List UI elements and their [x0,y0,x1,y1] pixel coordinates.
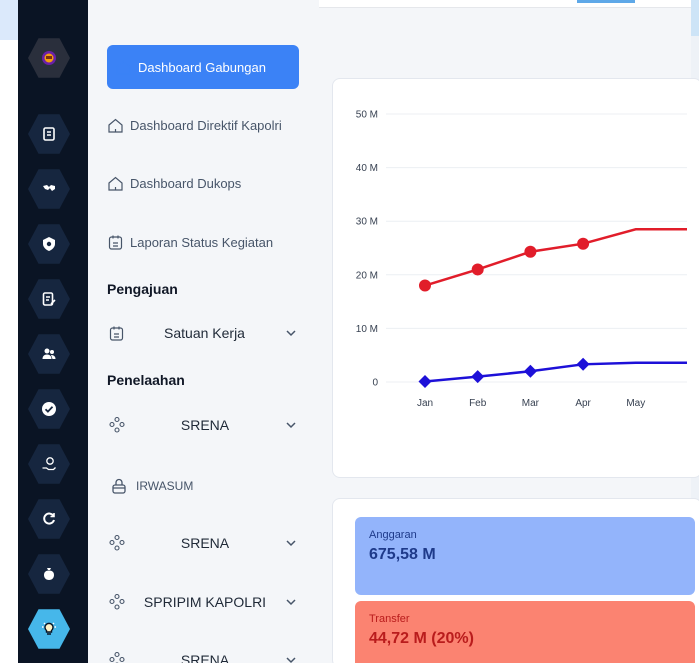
calendar-icon [107,234,124,251]
dropdown-srena-2[interactable]: SRENA [108,528,298,558]
top-bar-button[interactable] [577,0,635,3]
data-point [418,374,432,388]
dropdown-label: Satuan Kerja [164,325,245,341]
x-tick-label: May [626,398,645,409]
data-point [576,357,590,371]
chevron-down-icon [286,657,296,663]
stat-anggaran: Anggaran 675,58 M [355,517,695,595]
menu-label: Dashboard Gabungan [138,59,266,75]
y-tick-label: 40 M [356,163,378,174]
dropdown-label: SRENA [180,417,230,433]
y-tick-label: 0 [372,378,378,389]
org-icon [109,593,125,610]
data-point [419,279,431,292]
home-icon [107,117,124,134]
link-irwasum[interactable]: IRWASUM [110,473,193,499]
menu-dashboard-dukops[interactable]: Dashboard Dukops [107,161,241,205]
x-tick-label: Mar [522,398,540,409]
dropdown-label: SRENA [180,535,230,551]
section-penelaahan: Penelaahan [107,372,185,388]
home-icon [115,59,132,76]
data-point [524,245,537,258]
stat-label: Anggaran [369,529,417,541]
y-tick-label: 50 M [356,110,378,121]
data-point [471,370,485,384]
data-point [577,237,590,250]
dropdown-spripim-kapolri[interactable]: SPRIPIM KAPOLRI [108,587,298,617]
chevron-down-icon [286,599,296,606]
dropdown-satuan-kerja[interactable]: Satuan Kerja [108,318,298,348]
data-point [471,263,484,276]
y-tick-label: 20 M [356,270,378,281]
y-tick-label: 10 M [356,324,378,335]
org-icon [109,651,125,663]
top-bar [319,0,691,8]
home-icon [107,175,124,192]
stat-value: 675,58 M [369,546,436,563]
menu-laporan-status-kegiatan[interactable]: Laporan Status Kegiatan [107,220,273,264]
menu-dashboard-gabungan[interactable]: Dashboard Gabungan [107,45,299,89]
x-tick-label: Feb [469,398,487,409]
series-line [424,361,687,383]
org-icon [109,416,125,433]
x-tick-label: Jan [417,398,433,409]
right-panel-edge-top [691,0,699,36]
stat-label: Transfer [369,613,410,625]
link-label: IRWASUM [136,479,194,493]
org-icon [109,534,125,551]
dropdown-label: SRENA [180,652,230,663]
x-tick-label: Apr [575,398,591,409]
stat-value: 44,72 M (20%) [369,630,474,647]
chevron-down-icon [286,422,296,429]
calendar-icon [109,326,124,341]
dropdown-label: SPRIPIM KAPOLRI [143,594,267,610]
dropdown-srena-3[interactable]: SRENA [108,645,298,663]
rail-top-strip [0,0,18,40]
y-tick-label: 30 M [356,217,378,228]
menu-dashboard-direktif-kapolri[interactable]: Dashboard Direktif Kapolri [107,103,282,147]
data-point [523,364,537,378]
menu-label: Dashboard Direktif Kapolri [130,117,282,133]
chevron-down-icon [286,330,296,337]
menu-label: Laporan Status Kegiatan [130,234,274,250]
menu-label: Dashboard Dukops [130,175,242,191]
dropdown-srena-1[interactable]: SRENA [108,410,298,440]
line-chart: 0 10 M 20 M 30 M 40 M 50 M Jan Feb Mar Apr May [356,110,687,409]
section-pengajuan: Pengajuan [107,281,178,297]
series-line [424,227,687,287]
lock-icon [110,477,128,495]
chevron-down-icon [286,540,296,547]
stat-transfer: Transfer 44,72 M (20%) [355,601,695,663]
